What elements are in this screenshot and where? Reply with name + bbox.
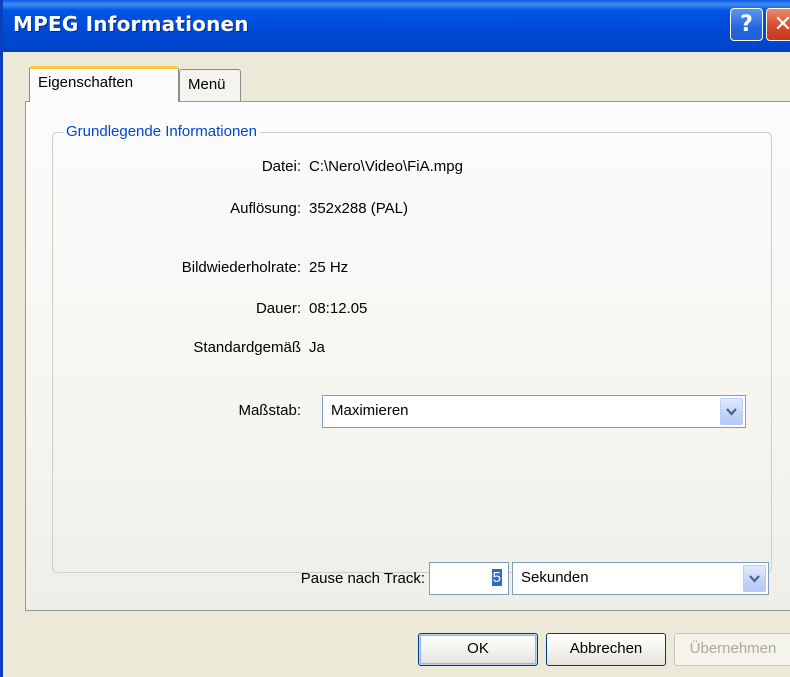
tab-menu[interactable]: Menü <box>179 69 241 101</box>
framerate-label: Bildwiederholrate: <box>181 259 301 276</box>
resolution-value: 352x288 (PAL) <box>309 200 408 217</box>
tab-panel: Grundlegende Informationen Datei: C:\Ner… <box>25 101 790 611</box>
group-title: Grundlegende Informationen <box>63 123 260 140</box>
file-value: C:\Nero\Video\FiA.mpg <box>309 158 463 175</box>
duration-label: Dauer: <box>255 300 301 317</box>
dialog-window: MPEG Informationen ? ✕ Eigenschaften Men… <box>0 0 790 677</box>
chevron-down-icon[interactable] <box>743 565 766 592</box>
help-button[interactable]: ? <box>730 8 763 41</box>
row-file: Datei: <box>26 158 301 180</box>
cancel-button[interactable]: Abbrechen <box>546 633 666 666</box>
row-resolution: Auflösung: <box>26 200 301 222</box>
apply-button[interactable]: Übernehmen <box>674 633 790 666</box>
pause-unit-select[interactable]: Sekunden <box>512 562 769 595</box>
compliant-label: Standardgemäß <box>193 339 301 356</box>
compliant-value: Ja <box>309 339 325 356</box>
title-bar[interactable]: MPEG Informationen ? ✕ <box>3 0 790 52</box>
duration-value: 08:12.05 <box>309 300 368 317</box>
pause-label: Pause nach Track: <box>300 570 425 587</box>
framerate-value: 25 Hz <box>309 259 349 276</box>
scale-label: Maßstab: <box>238 402 301 419</box>
row-pause: Pause nach Track: <box>26 570 425 592</box>
close-button[interactable]: ✕ <box>766 8 790 41</box>
ok-button[interactable]: OK <box>418 633 538 666</box>
file-label: Datei: <box>261 158 301 175</box>
row-duration: Dauer: <box>26 300 301 322</box>
scale-value: Maximieren <box>331 402 409 419</box>
tab-eigenschaften[interactable]: Eigenschaften <box>29 66 179 102</box>
window-title: MPEG Informationen <box>13 12 249 36</box>
resolution-label: Auflösung: <box>230 200 301 217</box>
chevron-down-icon[interactable] <box>720 398 743 425</box>
pause-value: 5 <box>491 569 502 586</box>
scale-select[interactable]: Maximieren <box>322 395 746 428</box>
row-framerate: Bildwiederholrate: <box>26 259 301 281</box>
pause-input[interactable]: 5 <box>429 562 509 595</box>
row-scale: Maßstab: <box>26 402 301 424</box>
row-compliant: Standardgemäß <box>26 339 301 361</box>
pause-unit-value: Sekunden <box>521 569 589 586</box>
